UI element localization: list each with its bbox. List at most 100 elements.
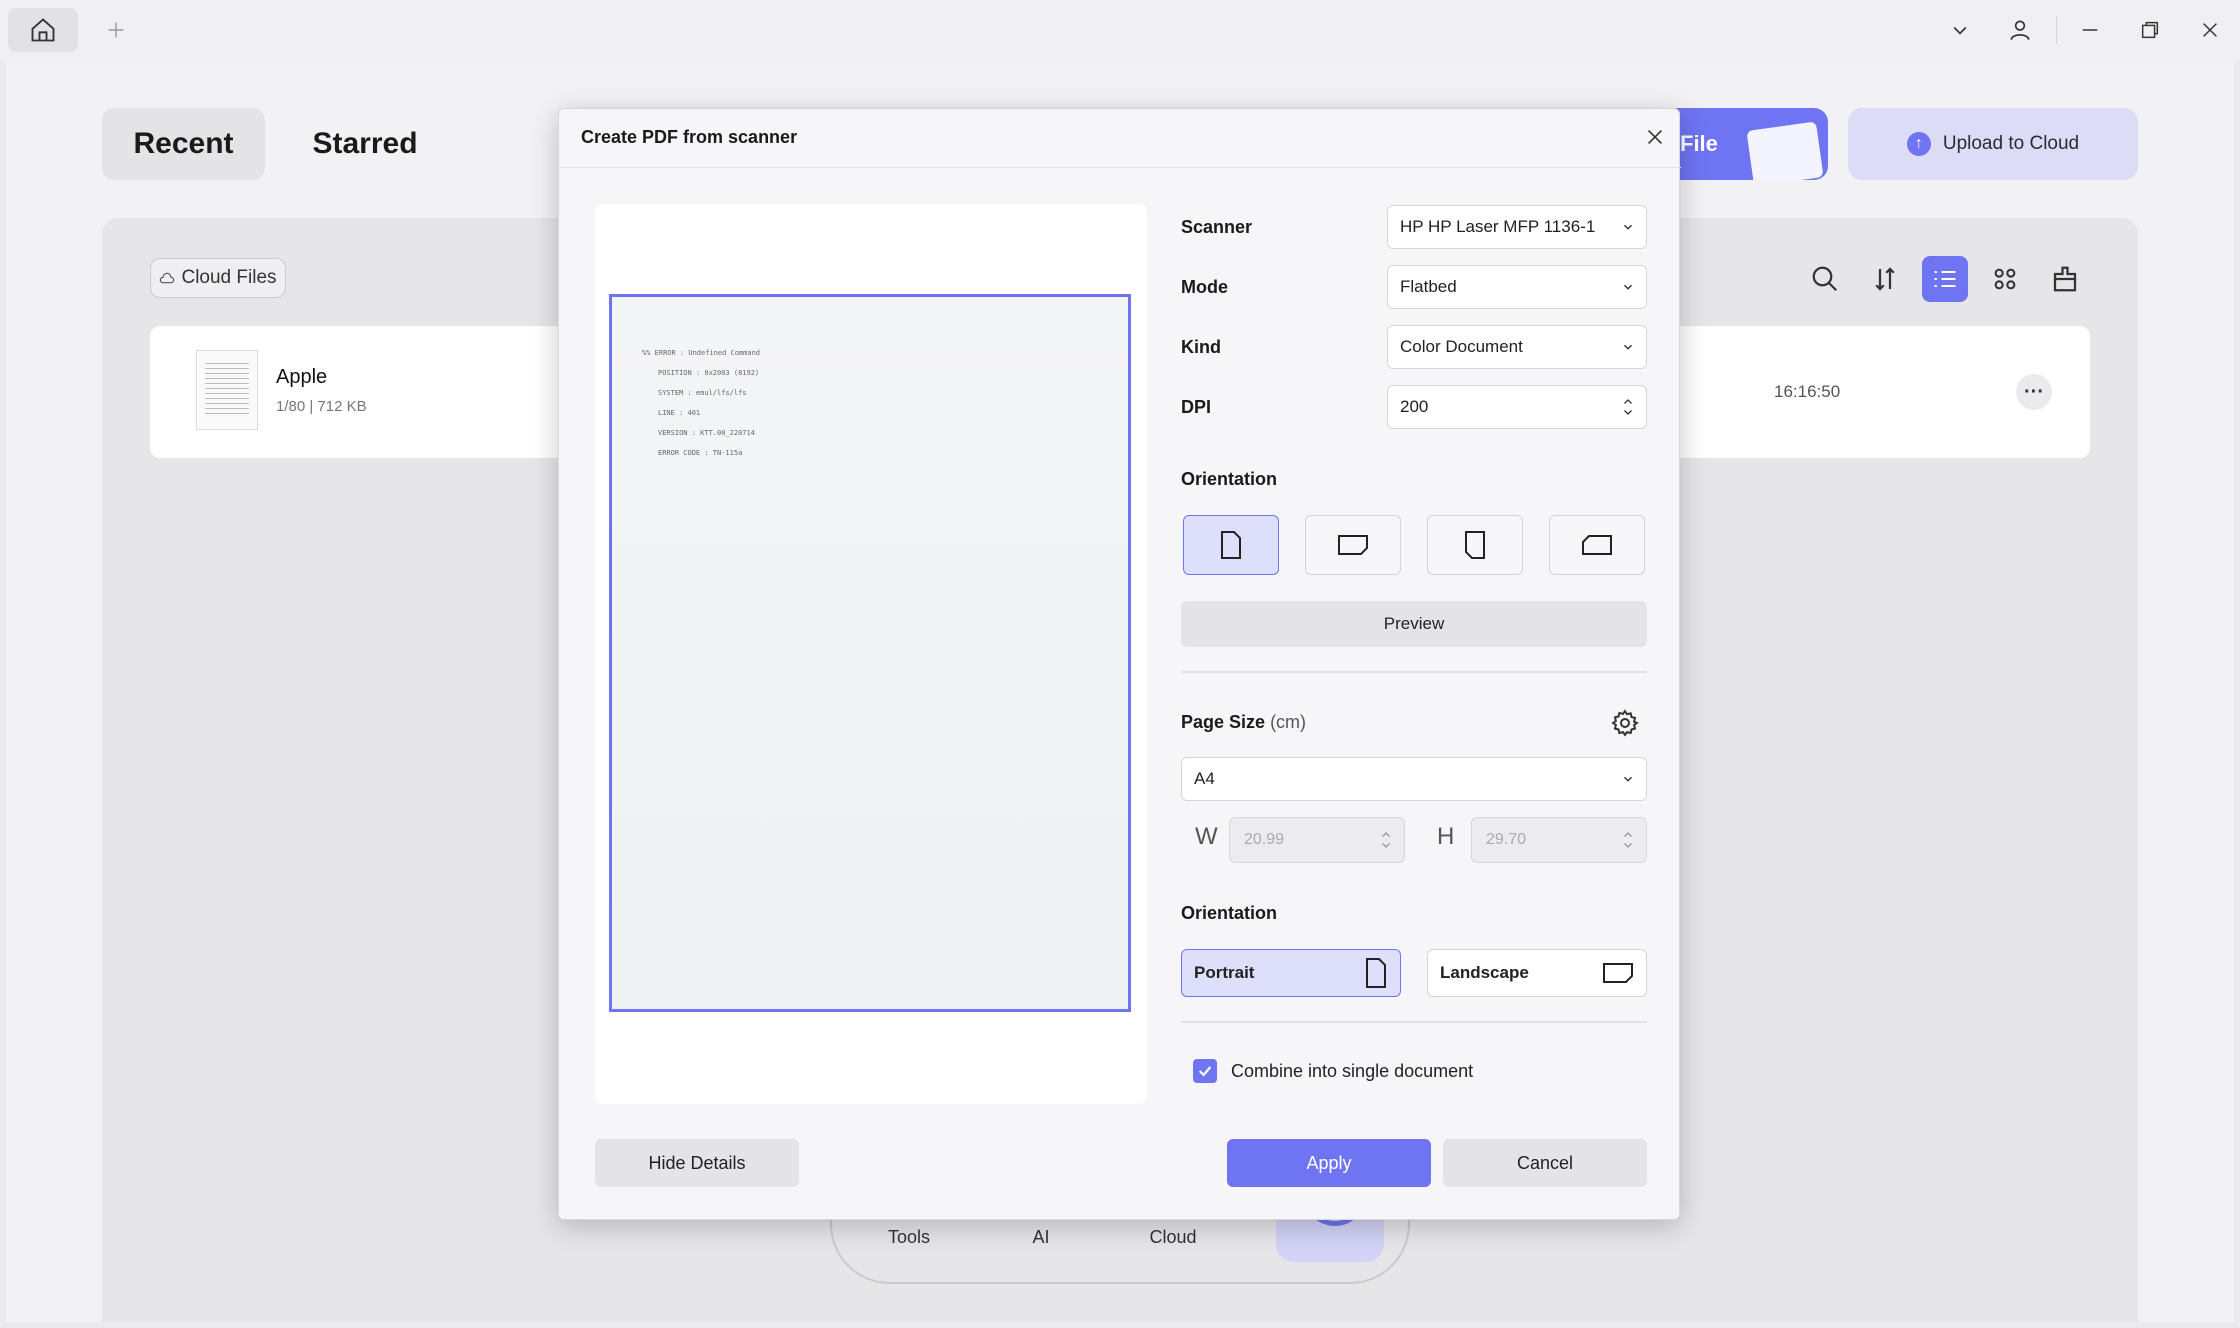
search-icon — [1812, 266, 1838, 292]
user-icon — [2010, 20, 2030, 41]
height-spinner[interactable] — [1610, 830, 1646, 850]
grid-view-button[interactable] — [1982, 256, 2028, 302]
orientation-portrait-flipped-button[interactable] — [1427, 515, 1523, 575]
preview-text-line: LINE : 401 — [658, 409, 701, 417]
tab-starred[interactable]: Starred — [290, 108, 440, 180]
gear-icon — [1611, 709, 1639, 737]
mode-select[interactable]: Flatbed — [1387, 265, 1647, 309]
width-label: W — [1195, 823, 1218, 850]
kind-value: Color Document — [1400, 337, 1523, 356]
dpi-stepper[interactable]: 200 — [1387, 385, 1647, 429]
chevron-down-icon — [1624, 224, 1632, 230]
preview-text-line: POSITION : 0x2003 (8192) — [658, 369, 760, 377]
scan-preview-pane: %% ERROR : Undefined Command POSITION : … — [595, 204, 1147, 1104]
width-spinner[interactable] — [1368, 830, 1404, 850]
file-thumbnail — [196, 350, 258, 430]
chevron-down-icon — [1624, 776, 1632, 782]
restore-icon — [2141, 21, 2159, 39]
page-size-select[interactable]: A4 — [1181, 757, 1647, 801]
kind-select[interactable]: Color Document — [1387, 325, 1647, 369]
chevron-up-icon — [1624, 832, 1632, 837]
kind-label: Kind — [1181, 337, 1221, 357]
preview-text-line: ERROR CODE : TN-115a — [658, 449, 743, 457]
cancel-button[interactable]: Cancel — [1443, 1139, 1647, 1187]
dialog-header-divider — [559, 167, 1681, 168]
home-tab[interactable] — [8, 8, 78, 52]
checkmark-icon — [1198, 1066, 1212, 1077]
title-bar — [0, 0, 2240, 60]
restore-button[interactable] — [2130, 10, 2170, 50]
landscape-label: Landscape — [1440, 963, 1529, 982]
height-label: H — [1437, 823, 1455, 850]
cloud-icon — [160, 272, 175, 284]
list-view-button[interactable] — [1922, 256, 1968, 302]
file-meta: 1/80 | 712 KB — [276, 398, 367, 415]
preview-text-line: SYSTEM : emul/lfs/lfs — [658, 389, 747, 397]
clear-button[interactable] — [2042, 256, 2088, 302]
height-field[interactable]: 29.70 — [1471, 817, 1647, 863]
sort-button[interactable] — [1862, 256, 1908, 302]
close-icon — [1647, 129, 1663, 145]
search-button[interactable] — [1802, 256, 1848, 302]
more-icon: ··· — [2024, 380, 2044, 403]
mode-label: Mode — [1181, 277, 1228, 297]
preview-button[interactable]: Preview — [1181, 601, 1647, 647]
chevron-down-icon — [1624, 344, 1632, 350]
scanner-label: Scanner — [1181, 217, 1253, 237]
preview-text-line: VERSION : KTT.00_220714 — [658, 429, 755, 437]
scanner-value: HP HP Laser MFP 1136-1 — [1400, 217, 1596, 236]
sort-icon — [1875, 267, 1895, 291]
landscape-page-icon — [1603, 963, 1633, 983]
more-options-button[interactable]: ··· — [2016, 374, 2052, 410]
chevron-down-icon — [1953, 26, 1967, 35]
titlebar-divider — [2056, 16, 2057, 44]
list-view-icon — [1934, 270, 1956, 288]
preview-text-line: %% ERROR : Undefined Command — [642, 349, 761, 357]
page-size-label: Page Size (cm) — [1181, 712, 1306, 733]
landscape-option[interactable]: Landscape — [1427, 949, 1647, 997]
close-window-button[interactable] — [2190, 10, 2230, 50]
portrait-option[interactable]: Portrait — [1181, 949, 1401, 997]
upload-to-cloud-button[interactable]: ↑ Upload to Cloud — [1848, 108, 2138, 180]
hide-details-button[interactable]: Hide Details — [595, 1139, 799, 1187]
tabs-dropdown-button[interactable] — [1940, 10, 1980, 50]
chevron-up-icon — [1624, 399, 1632, 404]
cloud-files-chip[interactable]: Cloud Files — [150, 258, 286, 298]
combine-checkbox[interactable] — [1193, 1059, 1217, 1083]
close-icon — [2203, 23, 2217, 37]
combine-label: Combine into single document — [1231, 1061, 1474, 1081]
home-icon — [31, 18, 55, 42]
width-field[interactable]: 20.99 — [1229, 817, 1405, 863]
tab-recent[interactable]: Recent — [102, 108, 265, 180]
scanner-select[interactable]: HP HP Laser MFP 1136-1 — [1387, 205, 1647, 249]
apply-button[interactable]: Apply — [1227, 1139, 1431, 1187]
section-divider — [1181, 671, 1647, 673]
new-tab-button[interactable] — [100, 14, 132, 46]
orientation-portrait-button[interactable] — [1183, 515, 1279, 575]
portrait-flipped-page-icon — [1465, 531, 1485, 559]
minimize-button[interactable] — [2070, 10, 2110, 50]
scan-orientation-label: Orientation — [1181, 469, 1278, 489]
page-size-value: A4 — [1194, 769, 1215, 788]
width-value: 20.99 — [1244, 831, 1285, 848]
open-file-label: File — [1680, 131, 1718, 156]
dpi-spinner[interactable] — [1610, 397, 1646, 417]
dialog-close-button[interactable] — [1639, 121, 1671, 153]
create-pdf-from-scanner-dialog: Create PDF from scanner %% ERROR : Undef… — [558, 108, 1681, 1220]
section-divider — [1181, 1021, 1647, 1023]
orientation-landscape-button[interactable] — [1305, 515, 1401, 575]
page-size-settings-button[interactable] — [1605, 703, 1645, 743]
grid-view-icon — [1994, 268, 2016, 290]
file-illustration — [1746, 121, 1824, 180]
scanned-page-preview[interactable]: %% ERROR : Undefined Command POSITION : … — [609, 294, 1131, 1012]
chevron-down-icon — [1624, 843, 1632, 848]
account-button[interactable] — [2000, 10, 2040, 50]
chevron-down-icon — [1624, 284, 1632, 290]
page-size-label-text: Page Size — [1181, 712, 1266, 732]
dpi-value: 200 — [1400, 397, 1429, 416]
height-value: 29.70 — [1486, 831, 1527, 848]
page-orientation-label: Orientation — [1181, 903, 1278, 923]
file-name: Apple — [276, 366, 328, 388]
orientation-landscape-flipped-button[interactable] — [1549, 515, 1645, 575]
portrait-page-icon — [1366, 958, 1386, 988]
